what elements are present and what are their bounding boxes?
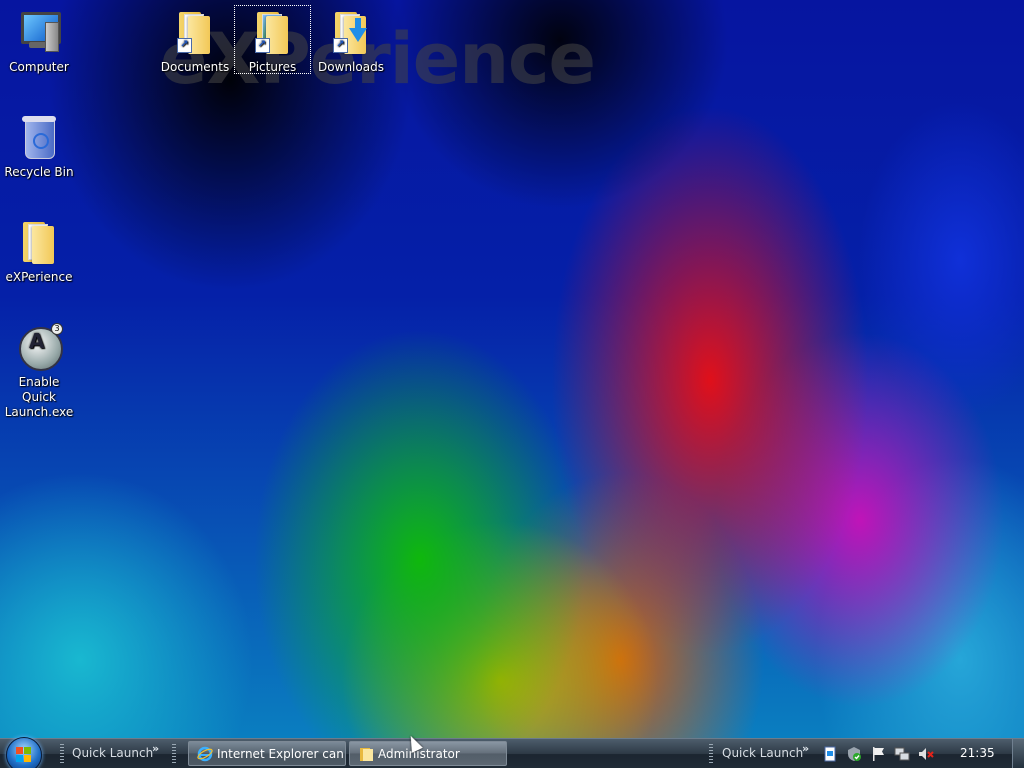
- desktop-icon-recycle-bin[interactable]: Recycle Bin: [1, 113, 77, 180]
- quick-launch-chevron[interactable]: »: [152, 742, 159, 755]
- application-icon: A3: [15, 323, 63, 371]
- toolbar-grip[interactable]: [709, 744, 713, 764]
- start-button[interactable]: [6, 737, 42, 768]
- desktop-icon-downloads[interactable]: ↗ Downloads: [313, 8, 389, 75]
- action-center-flag-icon[interactable]: [870, 746, 886, 762]
- taskbar: Quick Launch » Internet Explorer can... …: [0, 737, 1024, 768]
- shortcut-arrow-icon: ↗: [333, 38, 348, 53]
- desktop-icon-label: Downloads: [318, 60, 384, 74]
- show-desktop-button[interactable]: [1012, 739, 1024, 768]
- desktop-icon-computer[interactable]: Computer: [1, 8, 77, 75]
- toolbar-grip[interactable]: [60, 744, 64, 764]
- recycle-bin-icon: [15, 113, 63, 161]
- desktop-icon-label: Enable Quick Launch.exe: [4, 375, 74, 419]
- shortcut-arrow-icon: ↗: [254, 38, 270, 53]
- documents-folder-icon: ↗: [171, 8, 219, 56]
- security-shield-icon[interactable]: [846, 746, 862, 762]
- windows-logo-icon: [16, 747, 32, 763]
- quick-launch-chevron-right[interactable]: »: [802, 742, 809, 755]
- folder-icon: [360, 748, 373, 761]
- taskbar-button-administrator[interactable]: Administrator: [349, 741, 507, 766]
- desktop-icon-label: Recycle Bin: [4, 165, 74, 179]
- system-clock[interactable]: 21:35: [960, 746, 995, 760]
- desktop-icon-enable-quick-launch[interactable]: A3 Enable Quick Launch.exe: [1, 323, 77, 420]
- desktop-icon-pictures[interactable]: ↗ Pictures: [234, 5, 311, 74]
- desktop-icon-label: Pictures: [248, 60, 297, 74]
- shortcut-arrow-icon: ↗: [177, 38, 192, 53]
- network-icon[interactable]: [894, 746, 910, 762]
- desktop-icon-experience-folder[interactable]: eXPerience: [1, 218, 77, 285]
- volume-muted-icon[interactable]: [918, 746, 934, 762]
- document-tray-icon[interactable]: [822, 746, 838, 762]
- desktop-icon-documents[interactable]: ↗ Documents: [157, 8, 233, 75]
- computer-icon: [15, 8, 63, 56]
- desktop-icon-label: Documents: [160, 60, 230, 74]
- toolbar-grip[interactable]: [172, 744, 176, 764]
- downloads-folder-icon: ↗: [327, 8, 375, 56]
- pictures-folder-icon: ↗: [249, 8, 297, 56]
- taskbar-button-internet-explorer[interactable]: Internet Explorer can...: [188, 741, 346, 766]
- quick-launch-label: Quick Launch: [72, 746, 154, 760]
- quick-launch-label-right: Quick Launch: [722, 746, 804, 760]
- desktop-icon-label: Computer: [9, 60, 69, 74]
- folder-icon: [15, 218, 63, 266]
- internet-explorer-icon: [197, 746, 213, 762]
- task-label: Internet Explorer can...: [217, 747, 346, 761]
- desktop-icon-label: eXPerience: [5, 270, 73, 284]
- desktop[interactable]: eXPerience Computer Recycle Bin eXPerien…: [0, 0, 1024, 738]
